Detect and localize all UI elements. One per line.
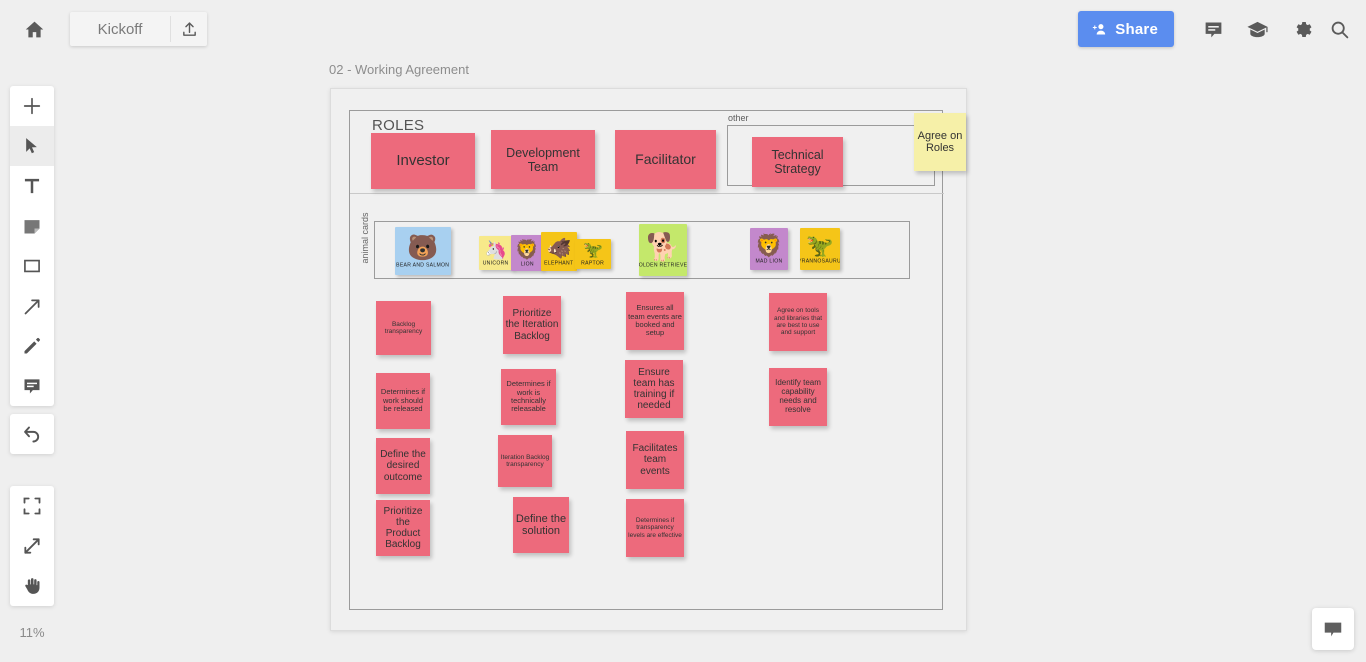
animal-cards-section: animal cards 🐻 BEAR AND SALMON 🦄 UNICORN 🦁 LI… <box>353 212 941 279</box>
sticky-note[interactable]: Ensures all team events are booked and s… <box>626 292 684 350</box>
frame-icon <box>22 496 42 516</box>
arrow-tool[interactable] <box>10 286 54 326</box>
sticky-note[interactable]: Prioritize the Iteration Backlog <box>503 296 561 354</box>
frame-inner-area: ROLES other Investor Development Team Faci… <box>349 110 966 610</box>
chat-icon[interactable] <box>1200 16 1226 42</box>
select-tool[interactable] <box>10 126 54 166</box>
hand-icon <box>22 576 42 596</box>
animal-card-bear-and-salmon[interactable]: 🐻 BEAR AND SALMON <box>395 227 451 275</box>
export-button[interactable] <box>171 12 207 46</box>
app-root: Kickoff Share 11% 02 - Working Agreement… <box>0 0 1366 662</box>
animal-glyph-icon: 🦁 <box>515 239 539 261</box>
animal-glyph-icon: 🐗 <box>546 237 572 260</box>
share-button[interactable]: Share <box>1078 11 1174 47</box>
sticky-note[interactable]: Prioritize the Product Backlog <box>376 500 430 556</box>
top-bar: Kickoff Share <box>0 0 1366 58</box>
animal-card-label: GOLDEN RETRIEVER <box>639 261 687 268</box>
animal-card-lion-1[interactable]: 🦁 LION <box>511 235 543 271</box>
animal-card-boar[interactable]: 🐗 ELEPHANT <box>541 232 577 271</box>
sticky-note[interactable]: Identify team capability needs and resol… <box>769 368 827 426</box>
chat-widget-button[interactable] <box>1312 608 1354 650</box>
roles-label: ROLES <box>372 117 425 134</box>
zoom-level[interactable]: 11% <box>10 610 54 654</box>
expand-arrows-icon <box>22 536 42 556</box>
animal-card-label: ELEPHANT <box>544 259 574 266</box>
pencil-icon <box>22 336 42 356</box>
sticky-tool[interactable] <box>10 206 54 246</box>
animal-glyph-icon: 🐕 <box>646 231 680 262</box>
comment-icon <box>22 376 42 396</box>
text-tool[interactable] <box>10 166 54 206</box>
animal-card-label: LION <box>520 260 534 267</box>
animal-card-unicorn[interactable]: 🦄 UNICORN <box>479 236 513 270</box>
animal-card-retriever[interactable]: 🐕GOLDEN RETRIEVER <box>639 224 687 276</box>
sticky-note[interactable]: Backlog transparency <box>376 301 431 355</box>
plus-icon <box>21 95 43 117</box>
zoom-fit-tool[interactable] <box>10 526 54 566</box>
role-card[interactable]: Facilitator <box>615 130 716 189</box>
animal-card-label: TYRANNOSAURUS <box>800 258 840 264</box>
pen-tool[interactable] <box>10 326 54 366</box>
add-tool[interactable] <box>10 86 54 126</box>
rectangle-icon <box>22 256 42 276</box>
sticky-note[interactable]: Ensure team has training if needed <box>625 360 683 418</box>
animal-card-label: RAPTOR <box>581 260 605 266</box>
frame-title[interactable]: 02 - Working Agreement <box>329 62 469 77</box>
undo-icon <box>22 424 43 445</box>
board-title[interactable]: Kickoff <box>70 12 170 46</box>
animal-card-label: MAD LION <box>755 258 783 264</box>
home-button[interactable] <box>18 13 50 45</box>
arrow-icon <box>22 296 43 317</box>
undo-toolbar <box>10 414 54 454</box>
sticky-note[interactable]: Determines if work should be released <box>376 373 430 429</box>
sticky-note[interactable]: Agree on tools and libraries that are be… <box>769 293 827 351</box>
animal-cards-label: animal cards <box>360 212 370 264</box>
sticky-note[interactable]: Define the solution <box>513 497 569 553</box>
animal-glyph-icon: 🦁 <box>755 233 783 258</box>
animal-glyph-icon: 🐻 <box>407 233 439 262</box>
undo-tool[interactable] <box>10 414 54 454</box>
roles-section: ROLES other Investor Development Team Faci… <box>350 111 966 194</box>
cursor-icon <box>22 136 42 156</box>
agree-on-roles-note[interactable]: Agree on Roles <box>914 113 966 171</box>
role-card[interactable]: Investor <box>371 133 475 189</box>
add-person-icon <box>1091 21 1108 38</box>
graduation-cap-icon[interactable] <box>1244 16 1270 42</box>
sticky-note[interactable]: Determines if work is technically releas… <box>501 369 556 425</box>
animal-cards-container: 🐻 BEAR AND SALMON 🦄 UNICORN 🦁 LION 🐗 ELEPHANT 🦖 R… <box>374 221 910 279</box>
sticky-note[interactable]: Define the desired outcome <box>376 438 430 494</box>
animal-glyph-icon: 🦖 <box>583 242 603 259</box>
home-icon <box>24 19 45 40</box>
comment-tool[interactable] <box>10 366 54 406</box>
upload-export-icon <box>181 21 198 38</box>
shape-tool[interactable] <box>10 246 54 286</box>
sticky-note[interactable]: Facilitates team events <box>626 431 684 489</box>
animal-glyph-icon: 🦄 <box>484 240 508 260</box>
animal-card-t-rex-1[interactable]: 🦖 RAPTOR <box>575 239 611 269</box>
settings-gear-icon[interactable] <box>1288 16 1314 42</box>
animal-card-t-rex-2[interactable]: 🦖TYRANNOSAURUS <box>800 228 840 270</box>
role-card[interactable]: Development Team <box>491 130 595 189</box>
main-toolbar <box>10 86 54 406</box>
role-card[interactable]: Technical Strategy <box>752 137 843 187</box>
fit-screen-tool[interactable] <box>10 486 54 526</box>
animal-card-label: BEAR AND SALMON <box>396 261 450 268</box>
view-toolbar <box>10 486 54 606</box>
sticky-note[interactable]: Iteration Backlog transparency <box>498 435 552 487</box>
other-label: other <box>728 113 749 123</box>
text-icon <box>22 176 42 196</box>
pan-tool[interactable] <box>10 566 54 606</box>
share-label: Share <box>1115 20 1158 38</box>
animal-glyph-icon: 🦖 <box>806 233 834 258</box>
board-title-group: Kickoff <box>70 12 207 46</box>
sticky-note-icon <box>22 216 42 236</box>
animal-card-label: UNICORN <box>483 260 509 266</box>
search-icon[interactable] <box>1326 16 1352 42</box>
chat-bubble-icon <box>1322 618 1344 640</box>
sticky-note[interactable]: Determines if transparency levels are ef… <box>626 499 684 557</box>
animal-card-lion-2[interactable]: 🦁 MAD LION <box>750 228 788 270</box>
board-frame[interactable]: ROLES other Investor Development Team Faci… <box>330 88 967 631</box>
